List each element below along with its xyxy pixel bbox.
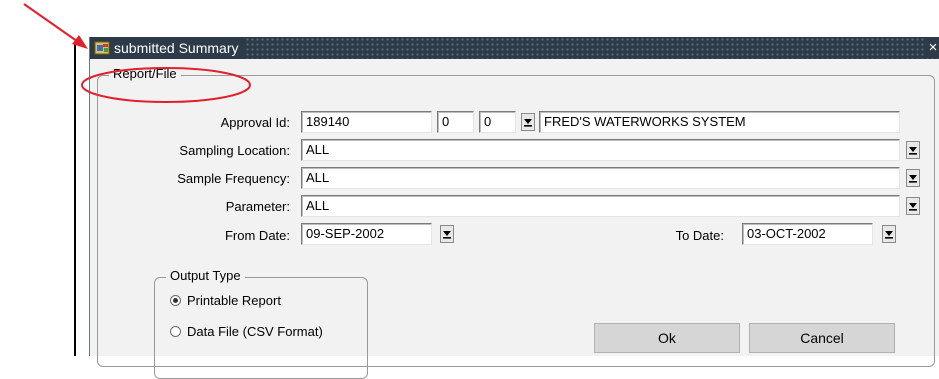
annotation-ellipse: [81, 67, 251, 103]
annotation-arrow-line: [23, 3, 85, 47]
annotation-arrow-head: [72, 35, 88, 49]
red-annotation: [23, 3, 251, 103]
